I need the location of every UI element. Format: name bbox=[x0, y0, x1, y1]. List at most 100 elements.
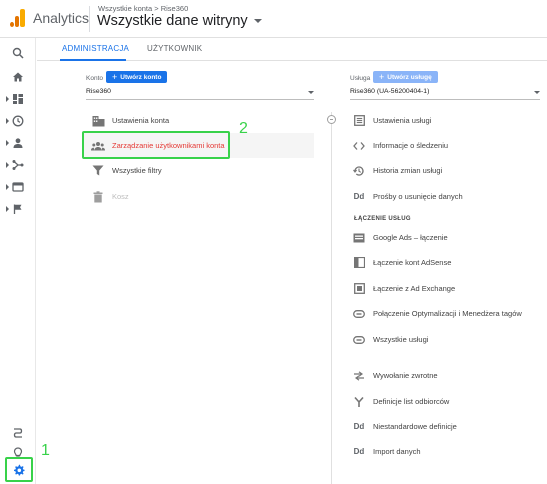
nav-home[interactable] bbox=[0, 67, 36, 87]
nav-behavior[interactable] bbox=[0, 177, 36, 197]
trash-label: Kosz bbox=[112, 192, 129, 201]
behavior-icon bbox=[12, 182, 24, 192]
ads-icon bbox=[352, 231, 366, 245]
google-ads-linking-item[interactable]: Google Ads – łączenie bbox=[352, 225, 542, 250]
nav-search[interactable] bbox=[0, 43, 36, 63]
gear-icon bbox=[14, 464, 25, 476]
dd-icon: Dd bbox=[353, 422, 365, 431]
property-settings-label: Ustawienia usługi bbox=[373, 116, 432, 125]
collapse-icon[interactable] bbox=[327, 115, 336, 124]
tracking-info-label: Informacje o śledzeniu bbox=[373, 141, 449, 150]
all-filters-item[interactable]: Wszystkie filtry bbox=[82, 158, 314, 183]
nav-customization[interactable] bbox=[0, 89, 36, 109]
all-products-item[interactable]: Wszystkie usługi bbox=[352, 327, 542, 352]
annotation-box-user-management bbox=[82, 131, 230, 159]
trash-item[interactable]: Kosz bbox=[82, 184, 314, 209]
top-header: Analytics Wszystkie konta > Rise360 Wszy… bbox=[0, 0, 547, 38]
plus-icon: + bbox=[379, 72, 385, 82]
active-tab-indicator bbox=[60, 59, 126, 61]
expand-arrow-icon bbox=[6, 162, 9, 168]
tracking-info-item[interactable]: Informacje o śledzeniu bbox=[352, 133, 542, 158]
nav-attribution[interactable] bbox=[0, 423, 36, 443]
tab-uzytkownik[interactable]: UŻYTKOWNIK bbox=[147, 44, 202, 53]
trash-icon bbox=[90, 190, 106, 204]
all-filters-label: Wszystkie filtry bbox=[112, 166, 162, 175]
analytics-admin-page: Analytics Wszystkie konta > Rise360 Wszy… bbox=[0, 0, 547, 484]
dd-icon: Dd bbox=[353, 447, 365, 456]
dropdown-arrow-icon bbox=[534, 91, 540, 94]
adsense-linking-item[interactable]: Łączenie kont AdSense bbox=[352, 250, 542, 275]
nav-acquisition[interactable] bbox=[0, 155, 36, 175]
property-change-history-label: Historia zmian usługi bbox=[373, 166, 443, 175]
expand-arrow-icon bbox=[6, 206, 9, 212]
plus-icon: + bbox=[112, 72, 118, 82]
google-ads-linking-label: Google Ads – łączenie bbox=[373, 233, 448, 242]
adsense-linking-label: Łączenie kont AdSense bbox=[373, 258, 452, 267]
header-divider bbox=[89, 6, 90, 32]
data-import-item[interactable]: Dd Import danych bbox=[352, 439, 542, 464]
dd-icon: Dd bbox=[353, 192, 365, 201]
breadcrumb[interactable]: Wszystkie konta > Rise360 bbox=[98, 4, 188, 13]
acquisition-icon bbox=[12, 160, 24, 170]
data-deletion-requests-label: Prośby o usunięcie danych bbox=[373, 192, 463, 201]
flag-icon bbox=[13, 204, 22, 214]
person-icon bbox=[13, 138, 23, 148]
audience-definitions-label: Definicje list odbiorców bbox=[373, 397, 450, 406]
clock-icon bbox=[12, 115, 24, 127]
column-divider bbox=[331, 112, 332, 484]
property-select[interactable]: Rise360 (UA-56200404-1) bbox=[350, 88, 540, 100]
app-name: Analytics bbox=[33, 10, 90, 26]
dashboard-icon bbox=[13, 94, 23, 104]
account-column-label: Konto bbox=[86, 75, 103, 82]
search-icon bbox=[12, 47, 24, 59]
data-deletion-requests-item[interactable]: Dd Prośby o usunięcie danych bbox=[352, 184, 542, 209]
optimize-tag-manager-linking-item[interactable]: Połączenie Optymalizacji i Menedżera tag… bbox=[352, 301, 542, 326]
expand-arrow-icon bbox=[6, 140, 9, 146]
account-settings-item[interactable]: Ustawienia konta bbox=[82, 108, 314, 133]
property-column-label: Usługa bbox=[350, 75, 371, 82]
nav-audience[interactable] bbox=[0, 133, 36, 153]
create-property-button[interactable]: + Utwórz usługę bbox=[373, 71, 438, 83]
custom-definitions-item[interactable]: Dd Niestandardowe definicje bbox=[352, 414, 542, 439]
data-import-label: Import danych bbox=[373, 447, 421, 456]
left-navigation bbox=[0, 38, 36, 484]
postbacks-label: Wywołanie zwrotne bbox=[373, 371, 438, 380]
account-selected-value: Rise360 bbox=[86, 88, 111, 95]
annotation-number-2: 2 bbox=[239, 120, 248, 137]
building-icon bbox=[90, 114, 106, 128]
history-icon bbox=[352, 164, 366, 178]
admin-tabs: ADMINISTRACJA UŻYTKOWNIK bbox=[37, 38, 547, 61]
property-change-history-item[interactable]: Historia zmian usługi bbox=[352, 158, 542, 183]
expand-arrow-icon bbox=[6, 184, 9, 190]
annotation-number-1: 1 bbox=[41, 442, 50, 459]
chevron-down-icon bbox=[253, 19, 262, 23]
admin-button[interactable] bbox=[5, 457, 33, 482]
property-selector[interactable]: Wszystkie dane witryny bbox=[97, 13, 262, 29]
account-settings-label: Ustawienia konta bbox=[112, 116, 170, 125]
expand-arrow-icon bbox=[6, 96, 9, 102]
create-property-label: Utwórz usługę bbox=[387, 73, 432, 81]
property-settings-item[interactable]: Ustawienia usługi bbox=[352, 108, 542, 133]
link-icon bbox=[352, 307, 366, 321]
analytics-logo-icon[interactable] bbox=[10, 9, 26, 27]
postbacks-item[interactable]: Wywołanie zwrotne bbox=[352, 363, 542, 388]
dropdown-arrow-icon bbox=[308, 91, 314, 94]
all-products-label: Wszystkie usługi bbox=[373, 335, 429, 344]
property-selected-value: Rise360 (UA-56200404-1) bbox=[350, 88, 430, 95]
nav-conversions[interactable] bbox=[0, 199, 36, 219]
filter-icon bbox=[90, 164, 106, 178]
settings-square-icon bbox=[352, 114, 366, 128]
create-account-button[interactable]: + Utwórz konto bbox=[106, 71, 168, 83]
nav-realtime[interactable] bbox=[0, 111, 36, 131]
home-icon bbox=[13, 72, 23, 82]
custom-definitions-label: Niestandardowe definicje bbox=[373, 422, 457, 431]
postback-icon bbox=[352, 369, 366, 383]
code-icon bbox=[352, 139, 366, 153]
audience-icon bbox=[352, 395, 366, 409]
link-icon bbox=[352, 333, 366, 347]
ad-exchange-linking-item[interactable]: Łączenie z Ad Exchange bbox=[352, 276, 542, 301]
route-icon bbox=[13, 428, 23, 438]
account-select[interactable]: Rise360 bbox=[86, 88, 314, 100]
tab-administracja[interactable]: ADMINISTRACJA bbox=[62, 44, 129, 53]
audience-definitions-item[interactable]: Definicje list odbiorców bbox=[352, 389, 542, 414]
